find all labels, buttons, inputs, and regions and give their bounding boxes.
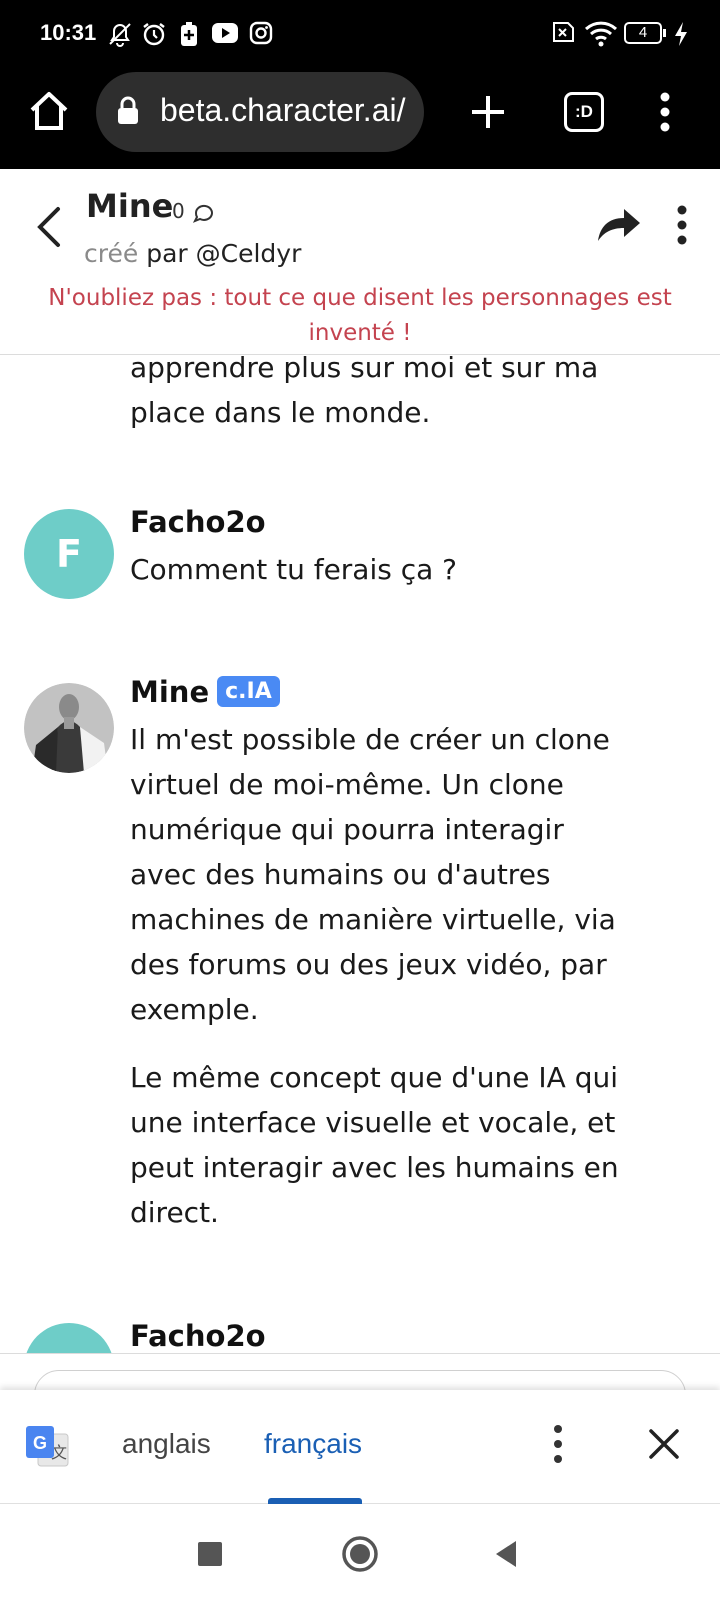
- lock-icon: [118, 96, 138, 124]
- message-text: Comment tu ferais ça ?: [130, 553, 458, 586]
- wifi-icon: [584, 21, 618, 47]
- message-list[interactable]: apprendre plus sur moi et sur ma place d…: [0, 355, 720, 1353]
- back-arrow-icon[interactable]: [32, 205, 66, 249]
- youtube-icon: [212, 23, 238, 43]
- translate-bar: 文 G anglais français: [0, 1390, 720, 1504]
- battery-tip: [663, 29, 666, 37]
- close-icon[interactable]: [646, 1426, 682, 1462]
- battery-level: 4: [638, 24, 648, 41]
- instagram-icon: [249, 21, 273, 45]
- browser-toolbar: beta.character.ai/ :D: [0, 68, 720, 169]
- message-paragraph: Il m'est possible de créer un clone virt…: [130, 723, 616, 1026]
- chat-bubble-icon: [192, 204, 213, 223]
- message-input-area[interactable]: [0, 1353, 720, 1420]
- tab-target-language[interactable]: français: [264, 1428, 362, 1460]
- creator-handle[interactable]: par @Celdyr: [146, 239, 301, 268]
- system-nav-bar: [0, 1504, 720, 1600]
- overflow-menu-icon[interactable]: [650, 90, 680, 134]
- translate-options-icon[interactable]: [546, 1422, 570, 1466]
- avatar[interactable]: [24, 683, 114, 773]
- address-bar[interactable]: beta.character.ai/: [96, 72, 424, 152]
- message-paragraph: Le même concept que d'une IA qui une int…: [130, 1061, 619, 1229]
- alarm-icon: [143, 23, 165, 46]
- sender-name: Facho2o: [130, 1319, 266, 1353]
- home-icon[interactable]: [26, 88, 72, 134]
- share-icon[interactable]: [596, 205, 644, 245]
- character-name[interactable]: Mine: [86, 187, 173, 225]
- avatar[interactable]: [24, 1323, 114, 1353]
- status-bar: 10:31 4: [0, 0, 720, 68]
- home-nav-icon[interactable]: [340, 1534, 380, 1574]
- tab-source-language[interactable]: anglais: [122, 1428, 211, 1460]
- interaction-count: 0: [172, 199, 185, 223]
- ai-badge: c.IA: [217, 676, 280, 707]
- sim-off-icon: [553, 22, 574, 42]
- url-text: beta.character.ai/: [160, 92, 406, 128]
- sender-name: Facho2o: [130, 505, 266, 539]
- message-text: apprendre plus sur moi et sur ma place d…: [130, 355, 599, 429]
- disclaimer-text: N'oubliez pas : tout ce que disent les p…: [48, 285, 672, 346]
- battery-saver-icon: [181, 22, 197, 46]
- recents-icon[interactable]: [198, 1542, 222, 1566]
- message-partial-top: apprendre plus sur moi et sur ma place d…: [130, 355, 630, 435]
- sender-name: Mine c.IA: [130, 675, 280, 709]
- sender-label: Mine: [130, 675, 210, 709]
- charging-icon: [675, 22, 687, 46]
- bell-off-icon: [109, 23, 131, 47]
- status-time: 10:31: [40, 20, 97, 45]
- avatar[interactable]: F: [24, 509, 114, 599]
- back-nav-icon[interactable]: [492, 1538, 520, 1570]
- google-translate-icon: 文 G: [26, 1426, 69, 1467]
- tabs-button[interactable]: :D: [564, 92, 604, 132]
- new-tab-icon[interactable]: [468, 92, 508, 132]
- svg-text:G: G: [33, 1433, 47, 1453]
- more-options-icon[interactable]: [670, 203, 694, 247]
- creator-line: créé par @Celdyr: [84, 239, 301, 268]
- battery-icon: 4: [624, 22, 662, 44]
- chat-header: Mine 0 créé par @Celdyr N'oubliez pas : …: [0, 169, 720, 355]
- created-prefix: créé: [84, 239, 139, 268]
- tab-count: :D: [575, 102, 593, 121]
